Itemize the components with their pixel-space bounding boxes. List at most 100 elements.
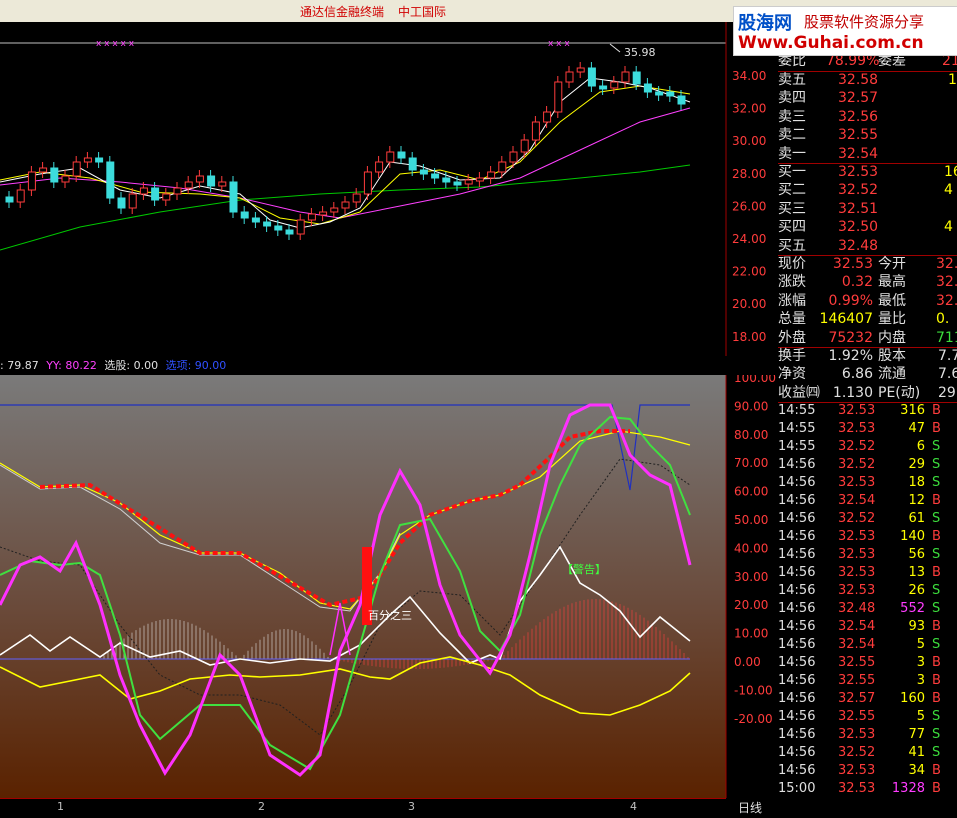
ask-row: 卖二 32.55 bbox=[778, 126, 957, 145]
jinggao-label: 【警告】 bbox=[562, 562, 606, 576]
tick-side: B bbox=[932, 529, 941, 545]
candle-body bbox=[128, 193, 137, 209]
period-label[interactable]: 日线 bbox=[738, 799, 762, 816]
candle-body bbox=[565, 71, 574, 83]
candle-body bbox=[397, 151, 406, 159]
tick-side: B bbox=[932, 763, 941, 779]
ask-label: 卖四 bbox=[778, 90, 806, 107]
ask-row: 卖五 32.58 1 bbox=[778, 71, 957, 90]
tick-row: 14:56 32.54 12 B bbox=[778, 492, 957, 510]
tick-row: 14:56 32.52 61 S bbox=[778, 510, 957, 528]
app-name: 通达信金融终端 bbox=[300, 5, 385, 19]
high-marker: 35.98 bbox=[624, 46, 656, 59]
indicator-tick-label: 20.00 bbox=[734, 598, 768, 612]
tick-vol: 34 bbox=[908, 763, 925, 779]
stat-row: 涨幅 0.99% 最低 32. bbox=[778, 292, 957, 309]
tick-time: 14:56 bbox=[778, 637, 816, 653]
candle-body bbox=[386, 151, 395, 163]
tick-time: 14:56 bbox=[778, 547, 816, 563]
indicator-tick-label: -10.00 bbox=[734, 683, 773, 697]
tick-price: 32.52 bbox=[838, 439, 876, 455]
candle-body bbox=[419, 169, 428, 175]
indicator-tick-label: 30.00 bbox=[734, 570, 768, 584]
candle-body bbox=[677, 95, 686, 105]
candle-body bbox=[643, 83, 652, 93]
candle-body bbox=[531, 121, 540, 141]
ask-row: 卖一 32.54 bbox=[778, 145, 957, 164]
tick-time: 15:00 bbox=[778, 781, 816, 797]
candle-body bbox=[285, 229, 294, 235]
candle-body bbox=[72, 161, 81, 177]
candle-body bbox=[184, 181, 193, 189]
candle-body bbox=[307, 213, 316, 221]
stat-row: 涨跌 0.32 最高 32. bbox=[778, 274, 957, 291]
tick-price: 32.52 bbox=[838, 457, 876, 473]
bid-price: 32.53 bbox=[838, 164, 879, 180]
tick-time: 14:55 bbox=[778, 439, 816, 455]
bid-price: 32.51 bbox=[838, 200, 879, 217]
indicator-chart[interactable]: 【警告】 百分之三 100.00 90.00 80.00 70.00 60.00 50.0… bbox=[0, 375, 778, 798]
candle-body bbox=[576, 67, 585, 73]
tick-row: 14:56 32.52 41 S bbox=[778, 744, 957, 762]
tick-price: 32.55 bbox=[838, 655, 876, 671]
ask-price: 32.58 bbox=[838, 72, 879, 88]
tick-price: 32.53 bbox=[838, 781, 876, 797]
tick-row: 14:56 32.55 3 B bbox=[778, 654, 957, 672]
candle-body bbox=[162, 193, 171, 201]
tick-row: 14:56 32.53 77 S bbox=[778, 726, 957, 744]
candle-body bbox=[83, 157, 92, 163]
bid-label: 买四 bbox=[778, 219, 806, 236]
candle-body bbox=[319, 211, 328, 216]
tick-time: 14:56 bbox=[778, 457, 816, 473]
svg-text:x x x x x: x x x x x bbox=[96, 39, 135, 49]
candle-body bbox=[520, 139, 529, 153]
tick-price: 32.53 bbox=[838, 727, 876, 743]
ind-val-1: : 79.87 bbox=[0, 359, 39, 372]
indicator-tick-label: 60.00 bbox=[734, 485, 768, 499]
candle-body bbox=[251, 217, 260, 223]
watermark-slogan: 股票软件资源分享 bbox=[804, 13, 925, 31]
candle-body bbox=[610, 81, 619, 89]
tick-side: B bbox=[932, 655, 941, 671]
candle-body bbox=[50, 167, 59, 183]
window-title: 通达信金融终端 中工国际 bbox=[300, 3, 460, 20]
tick-time: 14:56 bbox=[778, 691, 816, 707]
candle-body bbox=[207, 175, 216, 187]
indicator-tick-label: 50.00 bbox=[734, 513, 768, 527]
tick-price: 32.53 bbox=[838, 763, 876, 779]
tick-time: 14:56 bbox=[778, 619, 816, 635]
indicator-tick-label: 40.00 bbox=[734, 541, 768, 555]
quote-panel: 委比 78.99% 委差 21 卖五 32.58 1 卖四 32.57 卖三 32.56 卖二 32.5… bbox=[778, 52, 957, 818]
price-tick-label: 28.00 bbox=[732, 167, 766, 181]
candle-body bbox=[263, 221, 272, 227]
ask-label: 卖一 bbox=[778, 145, 806, 162]
bid-row: 买四 32.50 4 bbox=[778, 218, 957, 237]
tick-row: 14:56 32.57 160 B bbox=[778, 690, 957, 708]
tick-row: 14:55 32.53 47 B bbox=[778, 420, 957, 438]
candle-body bbox=[173, 187, 182, 195]
price-axis: 34.00 32.00 30.00 28.00 26.00 24.00 22.00 20.00… bbox=[732, 69, 766, 344]
stat-row: 换手1.92%股本7.74 bbox=[778, 348, 957, 364]
tick-side: S bbox=[932, 709, 941, 725]
candle-body bbox=[655, 91, 664, 96]
candle-body bbox=[408, 157, 417, 171]
price-tick-label: 30.00 bbox=[732, 134, 766, 148]
tick-vol: 140 bbox=[900, 529, 925, 545]
bid-row: 买二 32.52 4 bbox=[778, 181, 957, 200]
candle-body bbox=[554, 81, 563, 113]
candle-body bbox=[27, 171, 36, 191]
bfzs-label: 百分之三 bbox=[368, 608, 412, 622]
indicator-tick-label: -20.00 bbox=[734, 712, 773, 726]
candle-body bbox=[464, 179, 473, 185]
price-tick-label: 32.00 bbox=[732, 102, 766, 116]
kline-chart[interactable]: x x x x x x x x 35.98 34.00 32.00 30.00 28.… bbox=[0, 22, 778, 356]
stat-row: 收益㈣ 1.130 PE(动) 29 bbox=[778, 384, 956, 401]
indicator-header: : 79.87 YY: 80.22 选股: 0.00 选项: 90.00 bbox=[0, 356, 726, 375]
ask-price: 32.54 bbox=[838, 145, 879, 162]
tick-time: 14:56 bbox=[778, 655, 816, 671]
time-axis: 1 2 3 4 日线 bbox=[0, 798, 778, 818]
tick-time: 14:56 bbox=[778, 565, 816, 581]
bid-label: 买二 bbox=[778, 182, 806, 199]
candle-body bbox=[431, 173, 440, 179]
ask-label: 卖二 bbox=[778, 127, 806, 144]
